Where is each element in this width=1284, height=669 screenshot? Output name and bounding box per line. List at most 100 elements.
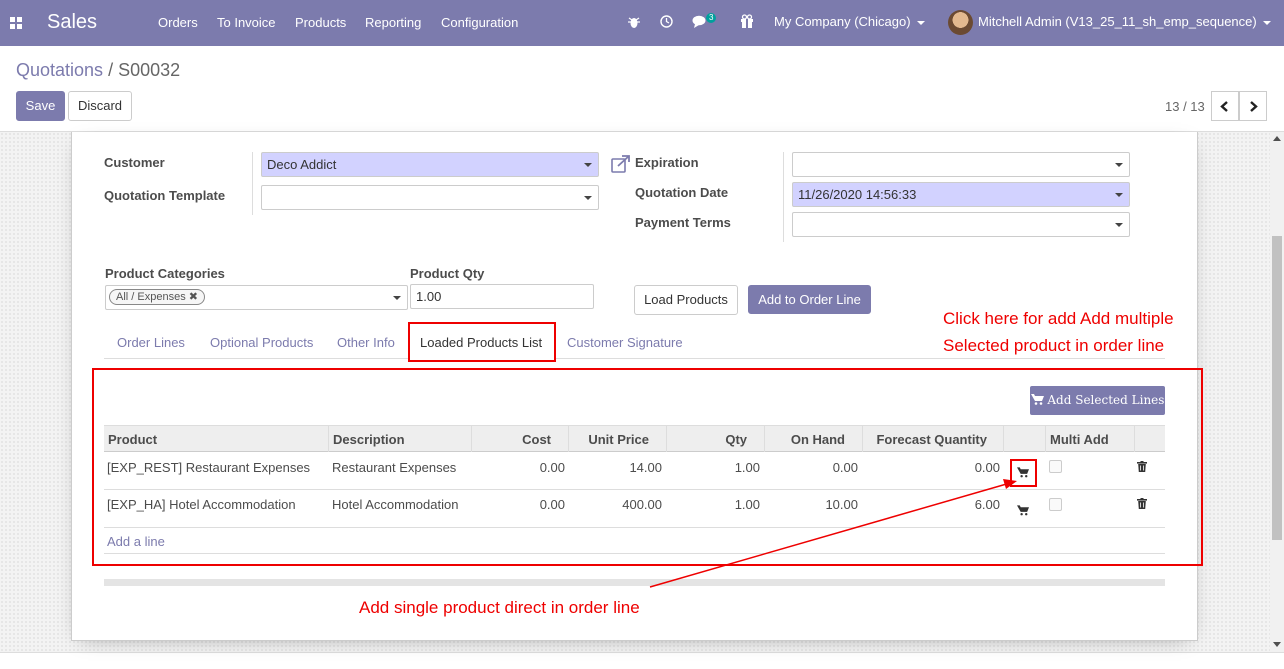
discard-button[interactable]: Discard: [68, 91, 132, 121]
external-link-icon[interactable]: [611, 155, 631, 173]
pager-previous-button[interactable]: [1211, 91, 1239, 121]
cart-icon[interactable]: [1017, 505, 1029, 516]
cell-description[interactable]: Restaurant Expenses: [332, 460, 456, 475]
table-header: Product Description Cost Unit Price Qty …: [104, 425, 1165, 452]
expiration-field[interactable]: [792, 152, 1130, 177]
column-divider: [1003, 426, 1004, 452]
chevron-down-icon[interactable]: [393, 296, 401, 300]
chevron-down-icon[interactable]: [1115, 223, 1123, 227]
annotation-single-add: Add single product direct in order line: [359, 598, 640, 617]
menu-products[interactable]: Products: [295, 15, 346, 30]
product-qty-label: Product Qty: [410, 266, 485, 281]
pager-next-button[interactable]: [1239, 91, 1267, 121]
vertical-scrollbar[interactable]: [1270, 132, 1284, 652]
customer-field[interactable]: Deco Addict: [261, 152, 599, 177]
chevron-down-icon: [1262, 20, 1271, 25]
chevron-down-icon[interactable]: [584, 196, 592, 200]
column-cost[interactable]: Cost: [522, 432, 551, 447]
user-menu[interactable]: Mitchell Admin (V13_25_11_sh_emp_sequenc…: [978, 14, 1271, 29]
customer-value: Deco Addict: [267, 157, 337, 172]
cell-qty[interactable]: 1.00: [735, 497, 760, 512]
bug-icon[interactable]: [628, 15, 640, 29]
column-divider: [666, 426, 667, 452]
load-products-button[interactable]: Load Products: [634, 285, 738, 315]
company-switcher[interactable]: My Company (Chicago): [774, 14, 925, 29]
column-divider: [328, 426, 329, 452]
column-divider: [862, 426, 863, 452]
menu-to-invoice[interactable]: To Invoice: [217, 15, 276, 30]
bottom-bar: [0, 652, 1284, 669]
chevron-down-icon[interactable]: [584, 163, 592, 167]
quotation-template-field[interactable]: [261, 185, 599, 210]
quotation-date-value: 11/26/2020 14:56:33: [798, 187, 917, 202]
product-categories-label: Product Categories: [105, 266, 225, 281]
cell-unit-price[interactable]: 14.00: [629, 460, 662, 475]
multi-add-checkbox[interactable]: [1049, 498, 1062, 511]
cell-qty[interactable]: 1.00: [735, 460, 760, 475]
breadcrumb-current: S00032: [118, 60, 181, 80]
add-a-line-link[interactable]: Add a line: [107, 534, 165, 549]
tab-order-lines[interactable]: Order Lines: [117, 335, 185, 350]
column-description[interactable]: Description: [333, 432, 405, 447]
breadcrumb-quotations[interactable]: Quotations: [16, 60, 103, 80]
table-footer-row: [104, 528, 1165, 554]
field-separator: [252, 152, 253, 215]
column-unit-price[interactable]: Unit Price: [588, 432, 649, 447]
menu-configuration[interactable]: Configuration: [441, 15, 518, 30]
tab-loaded-products-list[interactable]: Loaded Products List: [420, 335, 542, 350]
column-multi-add[interactable]: Multi Add: [1050, 432, 1109, 447]
avatar[interactable]: [948, 10, 973, 35]
product-qty-input[interactable]: 1.00: [410, 284, 594, 309]
quotation-date-field[interactable]: 11/26/2020 14:56:33: [792, 182, 1130, 207]
quotation-template-label: Quotation Template: [104, 188, 226, 203]
table-row[interactable]: [EXP_HA] Hotel Accommodation Hotel Accom…: [104, 490, 1165, 528]
cell-unit-price[interactable]: 400.00: [622, 497, 662, 512]
cell-on-hand[interactable]: 0.00: [833, 460, 858, 475]
cart-icon[interactable]: [1017, 467, 1029, 478]
cell-forecast[interactable]: 0.00: [975, 460, 1000, 475]
tabs-divider: [104, 358, 1165, 359]
column-product[interactable]: Product: [108, 432, 157, 447]
table-row[interactable]: [EXP_REST] Restaurant Expenses Restauran…: [104, 452, 1165, 490]
clock-icon[interactable]: [660, 15, 673, 28]
breadcrumb: Quotations / S00032: [16, 60, 180, 81]
save-button[interactable]: Save: [16, 91, 65, 121]
app-name[interactable]: Sales: [47, 11, 97, 34]
trash-icon[interactable]: [1137, 461, 1147, 472]
field-separator: [783, 152, 784, 242]
column-forecast-quantity[interactable]: Forecast Quantity: [876, 432, 987, 447]
cell-product[interactable]: [EXP_HA] Hotel Accommodation: [107, 497, 296, 512]
add-to-order-line-button[interactable]: Add to Order Line: [748, 285, 871, 314]
column-on-hand[interactable]: On Hand: [791, 432, 845, 447]
breadcrumb-separator: /: [108, 60, 114, 80]
column-qty[interactable]: Qty: [725, 432, 747, 447]
multi-add-checkbox[interactable]: [1049, 460, 1062, 473]
gift-icon[interactable]: [740, 14, 754, 28]
scroll-up-icon[interactable]: [1273, 136, 1281, 141]
chevron-down-icon[interactable]: [1115, 193, 1123, 197]
column-divider: [568, 426, 569, 452]
cell-on-hand[interactable]: 10.00: [825, 497, 858, 512]
menu-orders[interactable]: Orders: [158, 15, 198, 30]
cell-forecast[interactable]: 6.00: [975, 497, 1000, 512]
cell-product[interactable]: [EXP_REST] Restaurant Expenses: [107, 460, 310, 475]
payment-terms-field[interactable]: [792, 212, 1130, 237]
chevron-down-icon[interactable]: [1115, 163, 1123, 167]
tab-other-info[interactable]: Other Info: [337, 335, 395, 350]
annotation-multi-add-line1: Click here for add Add multiple: [943, 309, 1174, 328]
tab-optional-products[interactable]: Optional Products: [210, 335, 313, 350]
cell-cost[interactable]: 0.00: [540, 460, 565, 475]
cart-icon: [1030, 394, 1044, 405]
add-selected-lines-button[interactable]: Add Selected Lines: [1030, 386, 1165, 415]
cell-description[interactable]: Hotel Accommodation: [332, 497, 458, 512]
scroll-down-icon[interactable]: [1273, 642, 1281, 647]
menu-reporting[interactable]: Reporting: [365, 15, 421, 30]
apps-icon[interactable]: [10, 17, 22, 29]
close-icon[interactable]: ✖: [189, 291, 198, 303]
trash-icon[interactable]: [1137, 498, 1147, 509]
scroll-thumb[interactable]: [1272, 236, 1282, 540]
horizontal-scrollbar[interactable]: [104, 579, 1165, 586]
top-navbar: Sales Orders To Invoice Products Reporti…: [0, 0, 1284, 46]
cell-cost[interactable]: 0.00: [540, 497, 565, 512]
tab-customer-signature[interactable]: Customer Signature: [567, 335, 683, 350]
